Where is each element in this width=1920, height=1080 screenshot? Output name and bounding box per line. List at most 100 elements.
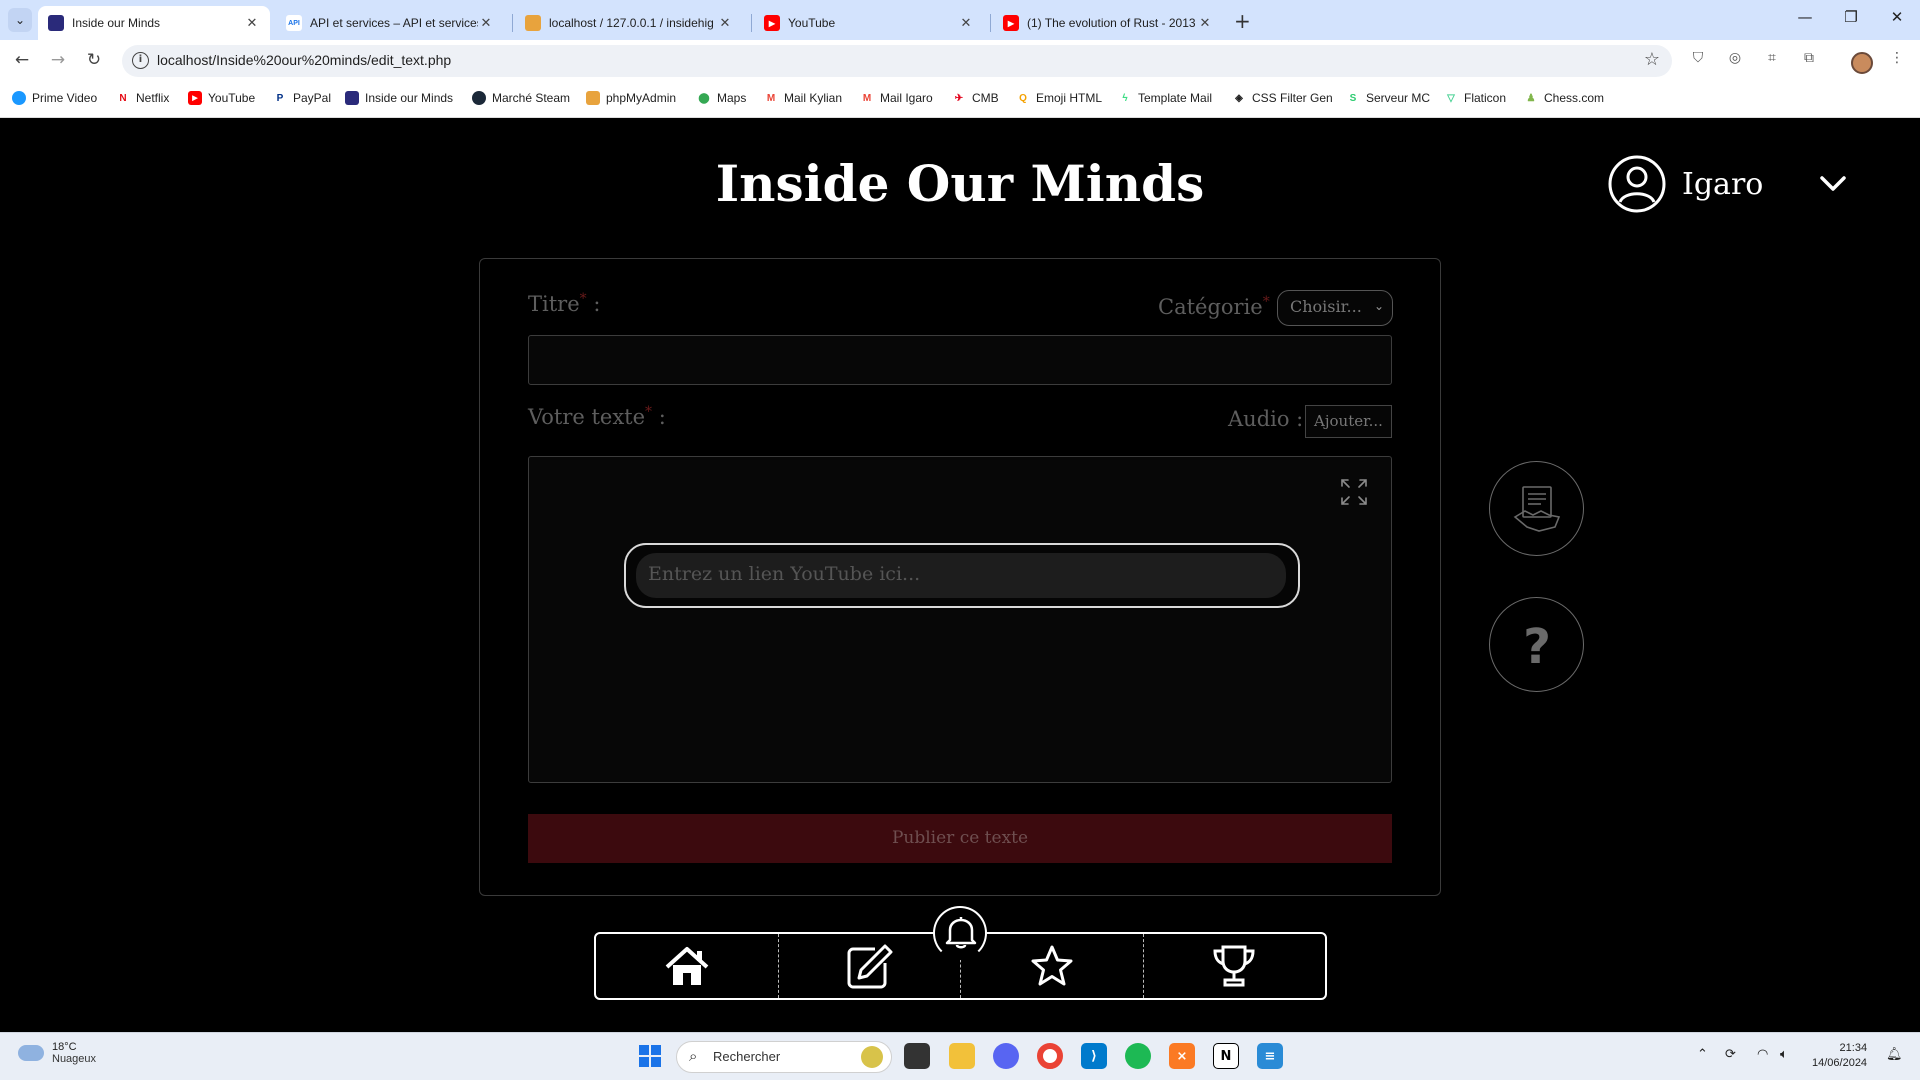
system-clock[interactable]: 21:34 14/06/2024: [1812, 1041, 1867, 1071]
back-button[interactable]: ←: [11, 50, 33, 70]
shield-extension-icon[interactable]: ⛉: [1688, 50, 1708, 70]
close-icon[interactable]: ✕: [958, 15, 974, 31]
bookmark-serveur-mc[interactable]: S Serveur MC: [1346, 91, 1430, 105]
chevron-down-icon[interactable]: [1816, 167, 1850, 201]
chevron-up-icon[interactable]: ⌃: [1697, 1047, 1708, 1062]
profile-avatar[interactable]: [1851, 52, 1873, 74]
taskbar-search[interactable]: ⌕ Rechercher: [676, 1041, 892, 1073]
api-icon: API: [286, 15, 302, 31]
tab-phpmyadmin[interactable]: localhost / 127.0.0.1 / insidehig ✕: [515, 6, 743, 40]
bookmark-netflix[interactable]: N Netflix: [116, 91, 169, 105]
publish-button[interactable]: Publier ce texte: [528, 814, 1392, 863]
label-colon: :: [593, 292, 601, 316]
tab-api-services[interactable]: API API et services – API et services ✕: [276, 6, 504, 40]
bookmark-label: Marché Steam: [492, 91, 571, 105]
new-tab-button[interactable]: +: [1234, 9, 1251, 33]
bookmark-label: Chess.com: [1544, 91, 1605, 105]
translate-extension-icon[interactable]: ⌗: [1762, 50, 1782, 70]
bookmark-label: Flaticon: [1464, 91, 1507, 105]
windows-start-icon[interactable]: [637, 1043, 663, 1069]
volume-icon[interactable]: 🔈︎: [1780, 1047, 1788, 1062]
chrome-icon[interactable]: [1037, 1043, 1063, 1069]
bookmark-phpmyadmin[interactable]: phpMyAdmin: [586, 91, 676, 105]
weather-widget[interactable]: 18°C Nuageux: [18, 1041, 96, 1065]
minimize-button[interactable]: —: [1790, 8, 1820, 26]
edit-pencil-icon: [847, 944, 893, 989]
bookmark-label: CMB: [972, 91, 999, 105]
tab-search-button[interactable]: ⌄: [8, 8, 32, 32]
bookmark-mail-kylian[interactable]: M Mail Kylian: [764, 91, 842, 105]
nav-favorites[interactable]: [961, 934, 1144, 998]
restore-button[interactable]: ❐: [1836, 8, 1866, 26]
contract-button[interactable]: [1489, 461, 1584, 556]
sync-icon[interactable]: ⟳: [1725, 1047, 1736, 1062]
search-highlight-icon: [861, 1046, 883, 1068]
flaticon-icon: ▽: [1447, 92, 1455, 104]
paypal-icon: P: [276, 92, 284, 104]
spotify-icon[interactable]: [1125, 1043, 1151, 1069]
cmb-icon: ✈: [954, 92, 964, 104]
xampp-icon[interactable]: ⨯: [1169, 1043, 1195, 1069]
bookmark-youtube[interactable]: ▶ YouTube: [188, 91, 255, 105]
tab-youtube[interactable]: ▶ YouTube ✕: [754, 6, 984, 40]
nav-home[interactable]: [596, 934, 779, 998]
bookmark-maps[interactable]: ⬤ Maps: [697, 91, 746, 105]
nav-write[interactable]: [779, 934, 961, 998]
bookmark-label: phpMyAdmin: [606, 91, 677, 105]
text-editor-area[interactable]: Entrez un lien YouTube ici...: [528, 456, 1392, 783]
bookmark-prime-video[interactable]: Prime Video: [12, 91, 97, 105]
bookmark-cmb[interactable]: ✈ CMB: [952, 91, 999, 105]
close-icon[interactable]: ✕: [717, 15, 733, 31]
fullscreen-expand-icon[interactable]: [1339, 477, 1369, 507]
forward-button[interactable]: →: [47, 50, 69, 70]
youtube-icon: ▶: [188, 91, 202, 105]
site-icon: [345, 91, 359, 105]
tab-inside-our-minds[interactable]: Inside our Minds ✕: [38, 6, 270, 40]
notification-bell-icon[interactable]: 🔔︎: [1886, 1047, 1903, 1062]
nav-rankings[interactable]: [1144, 934, 1326, 998]
close-icon[interactable]: ✕: [244, 15, 260, 31]
bookmark-star-icon[interactable]: ☆: [1644, 49, 1660, 70]
site-info-icon[interactable]: i: [132, 52, 149, 69]
bookmark-mail-igaro[interactable]: M Mail Igaro: [860, 91, 933, 105]
audio-add-button[interactable]: Ajouter...: [1305, 405, 1392, 438]
title-input[interactable]: [528, 335, 1392, 385]
steam-icon: [472, 91, 486, 105]
extension-icon[interactable]: ◎: [1725, 50, 1745, 70]
task-view-icon[interactable]: [904, 1043, 930, 1069]
notepad-icon[interactable]: ≡: [1257, 1043, 1283, 1069]
bookmark-label: Emoji HTML: [1036, 91, 1103, 105]
reload-button[interactable]: ↻: [83, 50, 105, 70]
tab-rust-evolution[interactable]: ▶ (1) The evolution of Rust - 2013 ✕: [993, 6, 1223, 40]
bookmark-paypal[interactable]: P PayPal: [273, 91, 331, 105]
notifications-button[interactable]: [933, 906, 987, 960]
bookmark-label: PayPal: [293, 91, 332, 105]
bookmark-css-filter-gen[interactable]: ◈ CSS Filter Gen: [1232, 91, 1333, 105]
close-icon[interactable]: ✕: [478, 15, 494, 31]
bookmark-inside-our-minds[interactable]: Inside our Minds: [345, 91, 453, 105]
discord-icon[interactable]: [993, 1043, 1019, 1069]
tab-title: localhost / 127.0.0.1 / insidehig: [549, 16, 714, 30]
bookmark-label: Maps: [717, 91, 747, 105]
wifi-icon[interactable]: ◠: [1757, 1047, 1768, 1062]
close-icon[interactable]: ✕: [1197, 15, 1213, 31]
menu-kebab-icon[interactable]: ⋮: [1887, 50, 1907, 70]
bookmark-chess[interactable]: ♟ Chess.com: [1524, 91, 1605, 105]
bookmark-template-mail[interactable]: ϟ Template Mail: [1118, 91, 1212, 105]
help-button[interactable]: ?: [1489, 597, 1584, 692]
file-explorer-icon[interactable]: [949, 1043, 975, 1069]
window-close-button[interactable]: ✕: [1882, 8, 1912, 26]
bookmark-steam[interactable]: Marché Steam: [472, 91, 570, 105]
tab-separator: [751, 14, 752, 32]
notion-icon[interactable]: N: [1213, 1043, 1239, 1069]
user-menu[interactable]: Igaro: [1608, 155, 1763, 213]
bookmark-flaticon[interactable]: ▽ Flaticon: [1444, 91, 1506, 105]
url-text[interactable]: localhost/Inside%20our%20minds/edit_text…: [157, 52, 451, 68]
svg-text:?: ?: [1523, 619, 1551, 673]
extensions-puzzle-icon[interactable]: ⧉: [1799, 50, 1819, 70]
vscode-icon[interactable]: ⟩: [1081, 1043, 1107, 1069]
address-bar[interactable]: i localhost/Inside%20our%20minds/edit_te…: [122, 45, 1672, 77]
youtube-link-input[interactable]: Entrez un lien YouTube ici...: [636, 553, 1286, 598]
category-select[interactable]: Choisir... ⌄: [1277, 290, 1393, 326]
bookmark-emoji-html[interactable]: Q Emoji HTML: [1016, 91, 1102, 105]
